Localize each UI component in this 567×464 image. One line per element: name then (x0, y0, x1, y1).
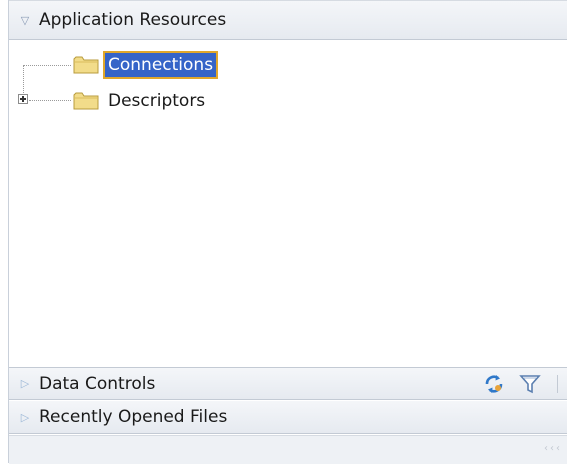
scroll-grip-icon[interactable]: ‹‹‹ (544, 443, 562, 454)
data-controls-toolbar (481, 371, 558, 397)
data-controls-label: Data Controls (39, 373, 156, 394)
resources-tree: Connections Descriptors (9, 41, 567, 367)
tree-connector (23, 65, 71, 66)
tree-node-label[interactable]: Connections (102, 51, 219, 79)
application-navigator-panel: ▽ Application Resources Connections Desc… (8, 0, 567, 464)
tree-connector (29, 100, 71, 101)
tree-node-label[interactable]: Descriptors (105, 89, 208, 113)
expand-descriptors-toggle[interactable] (18, 94, 28, 104)
status-strip: ‹‹‹ (9, 435, 567, 464)
expand-arrow-icon[interactable]: ▷ (15, 377, 35, 390)
filter-icon[interactable] (517, 371, 543, 397)
folder-icon (71, 90, 101, 112)
folder-icon (71, 54, 101, 76)
data-controls-header[interactable]: ▷ Data Controls (9, 367, 567, 400)
application-resources-label: Application Resources (39, 10, 227, 30)
toolbar-separator (557, 374, 558, 393)
collapse-arrow-icon[interactable]: ▽ (15, 14, 35, 27)
recently-opened-files-header[interactable]: ▷ Recently Opened Files (9, 401, 567, 434)
recently-opened-files-label: Recently Opened Files (39, 407, 228, 427)
tree-node-connections[interactable]: Connections (71, 51, 219, 79)
tree-node-descriptors[interactable]: Descriptors (71, 87, 208, 115)
tree-connector (23, 65, 24, 95)
application-resources-header[interactable]: ▽ Application Resources (9, 0, 567, 40)
refresh-icon[interactable] (481, 371, 507, 397)
expand-arrow-icon[interactable]: ▷ (15, 411, 35, 424)
